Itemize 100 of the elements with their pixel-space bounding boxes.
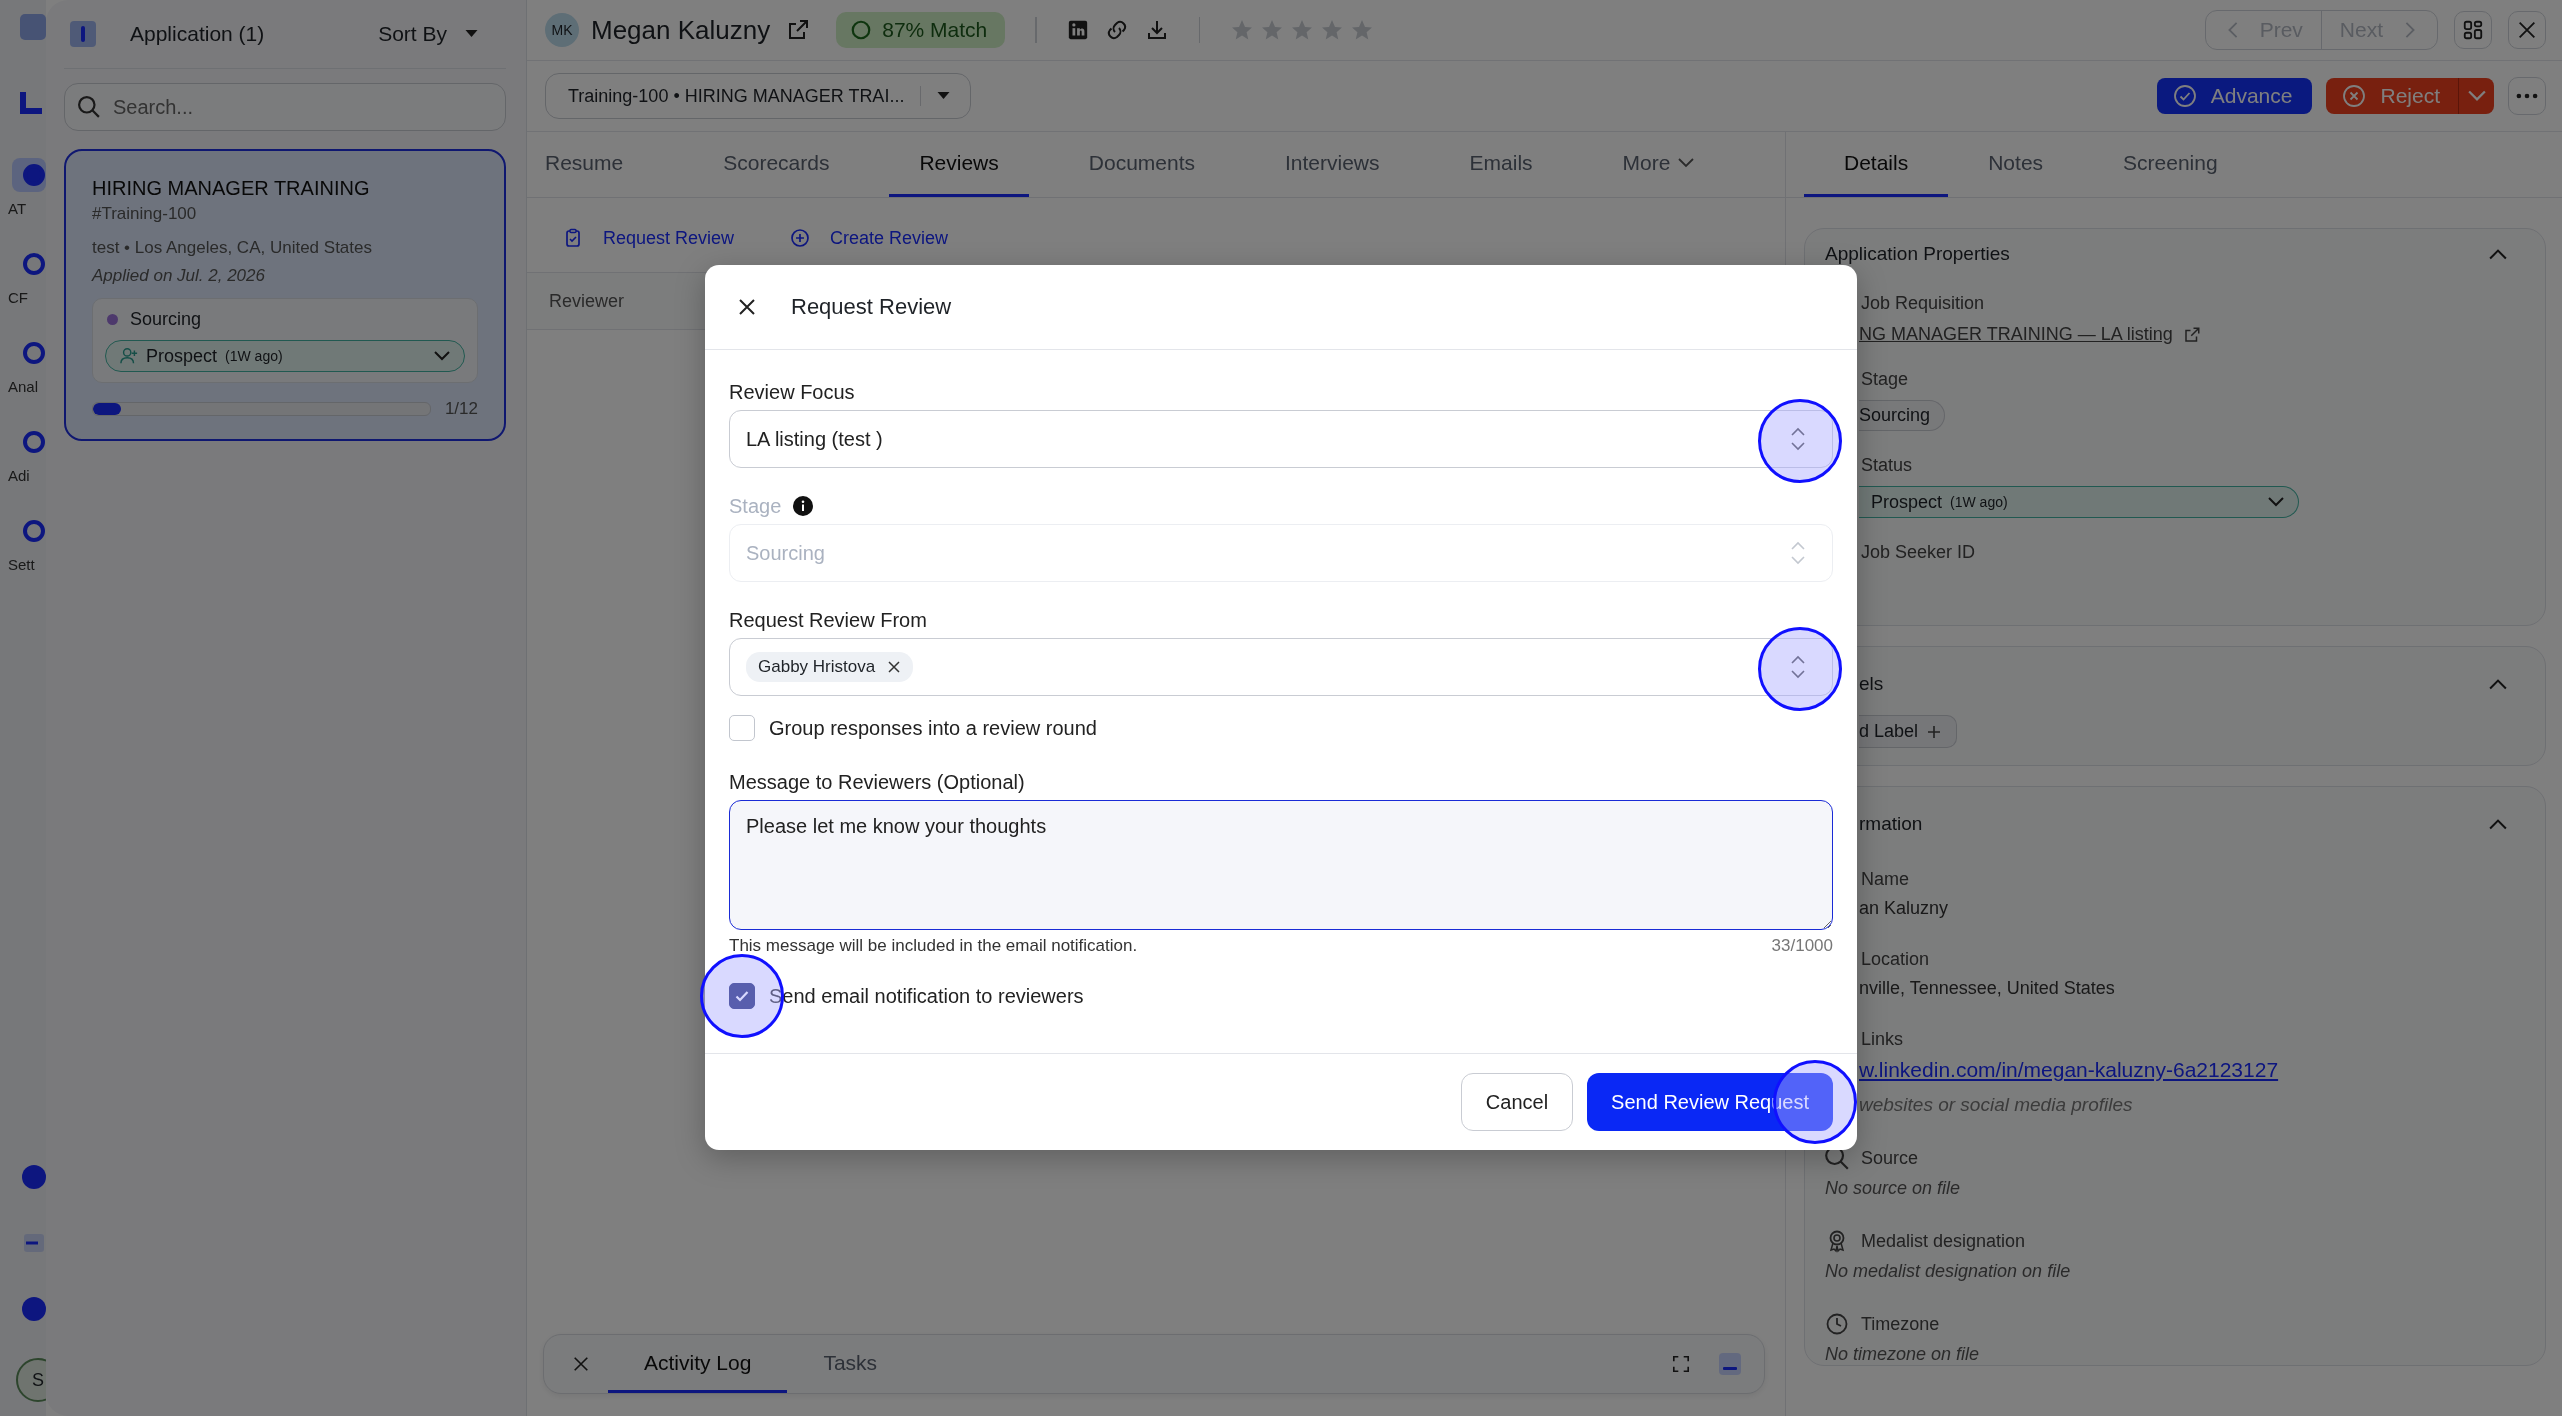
tab[interactable]: Scorecards [693,132,860,197]
up-down-icon [1790,540,1806,566]
field-label: Request Review From [729,608,927,632]
tab[interactable]: Tasks [787,1335,914,1393]
up-down-icon [1790,654,1806,680]
column-header: Reviewer [549,290,625,312]
field-value: nville, Tennessee, United States [1859,978,2115,999]
external-link-icon[interactable] [786,18,811,42]
minimize-icon[interactable] [1718,1352,1742,1376]
applied-date: Applied on Jul. 2, 2026 [92,266,266,286]
close-icon[interactable] [737,297,757,317]
tab[interactable]: Resume [527,132,654,197]
field-value: an Kaluzny [1859,898,1949,919]
field-label: Review Focus [729,380,855,404]
clock-icon [1825,1312,1849,1336]
add-label-button[interactable]: d Label [1859,715,1958,748]
create-review-button[interactable]: Create Review [790,218,949,258]
remove-icon[interactable] [887,660,902,674]
nav-label[interactable]: Anal [8,378,46,395]
field-label: Location [1860,949,1931,970]
job-dropdown[interactable]: Training-100 • HIRING MANAGER TRAI... [545,73,972,119]
reject-menu-button[interactable] [2458,78,2494,114]
field-label: Name [1860,869,1910,890]
sort-button[interactable]: Sort By [378,22,478,46]
external-link-icon[interactable] [2182,325,2201,344]
linkedin-icon[interactable] [1066,19,1089,41]
field-label: Stage [1860,369,1910,390]
cancel-button[interactable]: Cancel [1460,1073,1574,1131]
tab[interactable]: Reviews [889,132,1029,197]
up-down-icon [1790,426,1806,452]
tab[interactable]: Interviews [1255,132,1410,197]
drawer-title: Application (1) [130,22,265,46]
candidate-name: Megan Kaluzny [591,14,771,46]
reviewer-select-field[interactable]: Gabby Hristova [729,638,1833,696]
close-button[interactable] [2508,11,2546,49]
section-title: els [1858,673,1884,695]
status-dropdown[interactable]: Prospect (1W ago) [105,340,465,372]
helper-text: This message will be included in the email notification. [729,936,1138,956]
field-value: No source on file [1824,1178,1962,1199]
field-label: Status [1860,455,1914,476]
field-label: Timezone [1861,1313,1940,1335]
stage-dot [107,314,118,325]
match-badge: 87% Match [836,12,1006,48]
tab[interactable]: Details [1804,132,1949,197]
field-value: No timezone on file [1824,1344,1981,1365]
dialog-title: Request Review [791,294,952,320]
field-note: websites or social media profiles [1859,1094,2133,1116]
select-field[interactable]: LA listing (test ) [729,410,1833,468]
nav-label[interactable]: Adi [8,467,46,484]
stage-pill: Sourcing [1859,400,1946,431]
tab[interactable]: Activity Log [608,1335,788,1393]
field-label: Medalist designation [1861,1230,2026,1252]
field-label: Message to Reviewers (Optional) [729,770,1025,794]
person-plus-icon [120,347,138,365]
tab[interactable]: More [1592,132,1725,197]
more-icon [2516,93,2538,99]
tab[interactable]: Screening [2083,132,2258,197]
close-icon [2516,19,2538,41]
circle-icon [850,19,873,41]
section-title: Application Properties [1825,243,2010,265]
message-field[interactable]: Please let me know your thoughts [729,800,1833,930]
search-field[interactable]: Search... [64,83,506,131]
clipboard-check-icon [563,228,583,248]
more-options-button[interactable] [2508,77,2546,115]
field-label: Links [1860,1029,1905,1050]
grid-view-button[interactable] [2454,11,2492,49]
nav-label[interactable]: AT [8,200,46,217]
caret-icon [937,92,951,100]
advance-button[interactable]: Advance [2156,78,2313,114]
job-location: test • Los Angeles, CA, United States [92,238,373,258]
checkbox[interactable] [729,983,755,1009]
field-label: Stage [729,494,782,518]
chip-label: Gabby Hristova [758,657,876,677]
user-avatar[interactable]: S [16,1358,46,1402]
progress-count: 1/12 [444,399,478,419]
field-label: Job Requisition [1860,293,1986,314]
request-review-button[interactable]: Request Review [563,218,735,258]
nav-label[interactable]: CF [8,289,46,306]
search-icon [78,96,100,118]
tab[interactable]: Notes [1948,132,2084,197]
character-count: 33/1000 [1771,936,1833,956]
job-title: HIRING MANAGER TRAINING [92,177,371,200]
field-label: Job Seeker ID [1860,542,1977,563]
nav-label[interactable]: Sett [8,556,46,573]
profile-link[interactable]: w.linkedin.com/in/megan-kaluzny-6a2123127 [1859,1058,2279,1082]
tab[interactable]: Emails [1439,132,1563,197]
tab[interactable]: Documents [1058,132,1225,197]
chevron-down-icon [2268,497,2284,507]
send-button[interactable]: Send Review Request [1587,1073,1833,1131]
panel-icon[interactable] [70,21,96,47]
caret-icon [465,30,478,38]
stage-label: Sourcing [130,309,202,330]
reject-button[interactable]: Reject [2326,78,2458,114]
chevron-down-icon [434,351,450,361]
status-dropdown[interactable]: Prospect (1W ago) [1859,486,2299,518]
requisition-link[interactable]: NG MANAGER TRAINING — LA listing [1859,324,2173,345]
application-card[interactable]: HIRING MANAGER TRAINING #Training-100 test • Los Angeles, CA, United States Applied on Jul. 2, 2026 Sourcing Prospect (1W ago) 1/12 [64,149,506,441]
fullscreen-icon[interactable] [1672,1355,1690,1373]
check-circle-icon [2172,84,2197,108]
field-label: Source [1861,1147,1919,1169]
